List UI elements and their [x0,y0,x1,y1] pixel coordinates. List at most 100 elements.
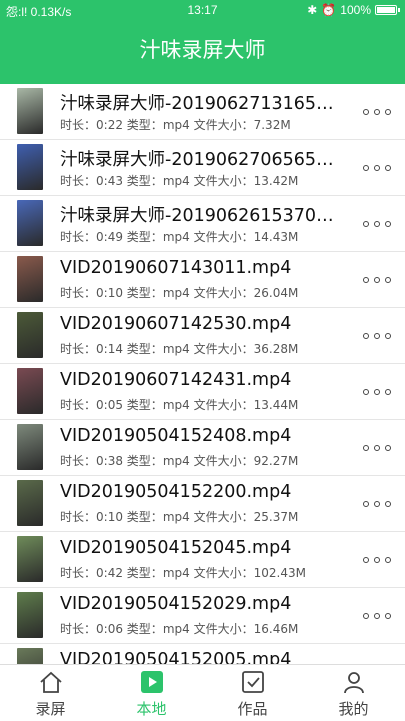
more-options-icon[interactable] [363,552,391,568]
size-value: 16.46M [253,622,299,636]
size-value: 36.28M [253,342,299,356]
list-item[interactable]: 汁味录屏大师-20190626153705.mp4 时长：0:49 类型：mp4 … [0,196,405,252]
more-options-icon[interactable] [363,272,391,288]
list-item[interactable]: VID20190504152029.mp4 时长：0:06 类型：mp4 文件大小… [0,588,405,644]
file-name: VID20190504152029.mp4 [60,594,292,614]
more-dot [374,501,380,507]
more-dot [385,501,391,507]
file-meta: 时长：0:22 类型：mp4 文件大小：7.32M [60,116,291,133]
type-value: mp4 [162,510,190,524]
status-bar: 怨:l! 0.13K/s 13:17 ✱ ⏰ 100% [0,0,405,20]
more-options-icon[interactable] [363,384,391,400]
size-value: 13.42M [253,174,299,188]
list-item[interactable]: VID20190504152408.mp4 时长：0:38 类型：mp4 文件大小… [0,420,405,476]
user-icon [341,669,367,695]
file-name: VID20190504152005.mp4 [60,650,292,664]
size-label: 文件大小： [193,118,254,132]
video-thumbnail[interactable] [17,424,43,470]
size-label: 文件大小： [193,286,254,300]
file-name: VID20190504152200.mp4 [60,482,292,502]
type-label: 类型： [126,566,163,580]
file-meta: 时长：0:42 类型：mp4 文件大小：102.43M [60,564,306,581]
list-item[interactable]: VID20190504152005.mp4 [0,644,405,664]
more-dot [363,613,369,619]
tab-record[interactable]: 录屏 [0,665,101,721]
more-dot [374,109,380,115]
video-thumbnail[interactable] [17,200,43,246]
type-value: mp4 [162,566,190,580]
more-options-icon[interactable] [363,440,391,456]
file-meta: 时长：0:10 类型：mp4 文件大小：25.37M [60,508,298,525]
file-meta: 时长：0:06 类型：mp4 文件大小：16.46M [60,620,298,637]
video-thumbnail[interactable] [17,312,43,358]
more-dot [385,389,391,395]
more-options-icon[interactable] [363,104,391,120]
more-dot [374,389,380,395]
more-dot [374,277,380,283]
file-meta: 时长：0:14 类型：mp4 文件大小：36.28M [60,340,298,357]
more-options-icon[interactable] [363,608,391,624]
video-thumbnail[interactable] [17,592,43,638]
more-options-icon[interactable] [363,216,391,232]
size-label: 文件大小： [193,510,254,524]
type-value: mp4 [162,230,190,244]
duration-label: 时长： [60,398,97,412]
more-dot [374,445,380,451]
more-dot [363,109,369,115]
list-item[interactable]: 汁味录屏大师-20190627131652.mp4 时长：0:22 类型：mp4 … [0,84,405,140]
list-item[interactable]: VID20190504152200.mp4 时长：0:10 类型：mp4 文件大小… [0,476,405,532]
size-label: 文件大小： [193,230,254,244]
more-dot [374,221,380,227]
type-label: 类型： [126,174,163,188]
video-thumbnail[interactable] [17,256,43,302]
list-item[interactable]: VID20190607142431.mp4 时长：0:05 类型：mp4 文件大小… [0,364,405,420]
duration-value: 0:49 [96,230,123,244]
size-label: 文件大小： [193,566,254,580]
more-dot [363,445,369,451]
duration-label: 时长： [60,622,97,636]
duration-value: 0:10 [96,286,123,300]
file-name: VID20190607142530.mp4 [60,314,292,334]
works-icon [240,669,266,695]
video-thumbnail[interactable] [17,480,43,526]
tab-local[interactable]: 本地 [101,665,202,721]
size-label: 文件大小： [193,342,254,356]
duration-label: 时长： [60,286,97,300]
type-label: 类型： [126,454,163,468]
more-dot [385,557,391,563]
size-value: 14.43M [253,230,299,244]
duration-label: 时长： [60,230,97,244]
duration-value: 0:14 [96,342,123,356]
file-list[interactable]: 汁味录屏大师-20190627131652.mp4 时长：0:22 类型：mp4 … [0,84,405,664]
file-name: VID20190504152045.mp4 [60,538,292,558]
tab-label: 录屏 [35,700,66,718]
bluetooth-icon: ✱ [307,3,318,17]
tab-works[interactable]: 作品 [202,665,303,721]
list-item[interactable]: VID20190504152045.mp4 时长：0:42 类型：mp4 文件大小… [0,532,405,588]
video-thumbnail[interactable] [17,88,43,134]
video-thumbnail[interactable] [17,536,43,582]
type-label: 类型： [126,118,163,132]
more-options-icon[interactable] [363,160,391,176]
video-thumbnail[interactable] [17,144,43,190]
file-meta: 时长：0:05 类型：mp4 文件大小：13.44M [60,396,298,413]
video-thumbnail[interactable] [17,368,43,414]
list-item[interactable]: 汁味录屏大师-20190627065651.mp4 时长：0:43 类型：mp4 … [0,140,405,196]
size-label: 文件大小： [193,454,254,468]
more-dot [385,445,391,451]
type-label: 类型： [126,510,163,524]
more-options-icon[interactable] [363,328,391,344]
battery-icon [375,5,400,15]
list-item[interactable]: VID20190607142530.mp4 时长：0:14 类型：mp4 文件大小… [0,308,405,364]
duration-value: 0:05 [96,398,123,412]
video-thumbnail[interactable] [17,648,43,664]
size-value: 13.44M [253,398,299,412]
more-options-icon[interactable] [363,496,391,512]
list-item[interactable]: VID20190607143011.mp4 时长：0:10 类型：mp4 文件大小… [0,252,405,308]
size-value: 92.27M [253,454,299,468]
tab-label: 我的 [338,700,369,718]
tab-mine[interactable]: 我的 [303,665,404,721]
home-icon [38,669,64,695]
more-dot [385,277,391,283]
more-dot [363,333,369,339]
